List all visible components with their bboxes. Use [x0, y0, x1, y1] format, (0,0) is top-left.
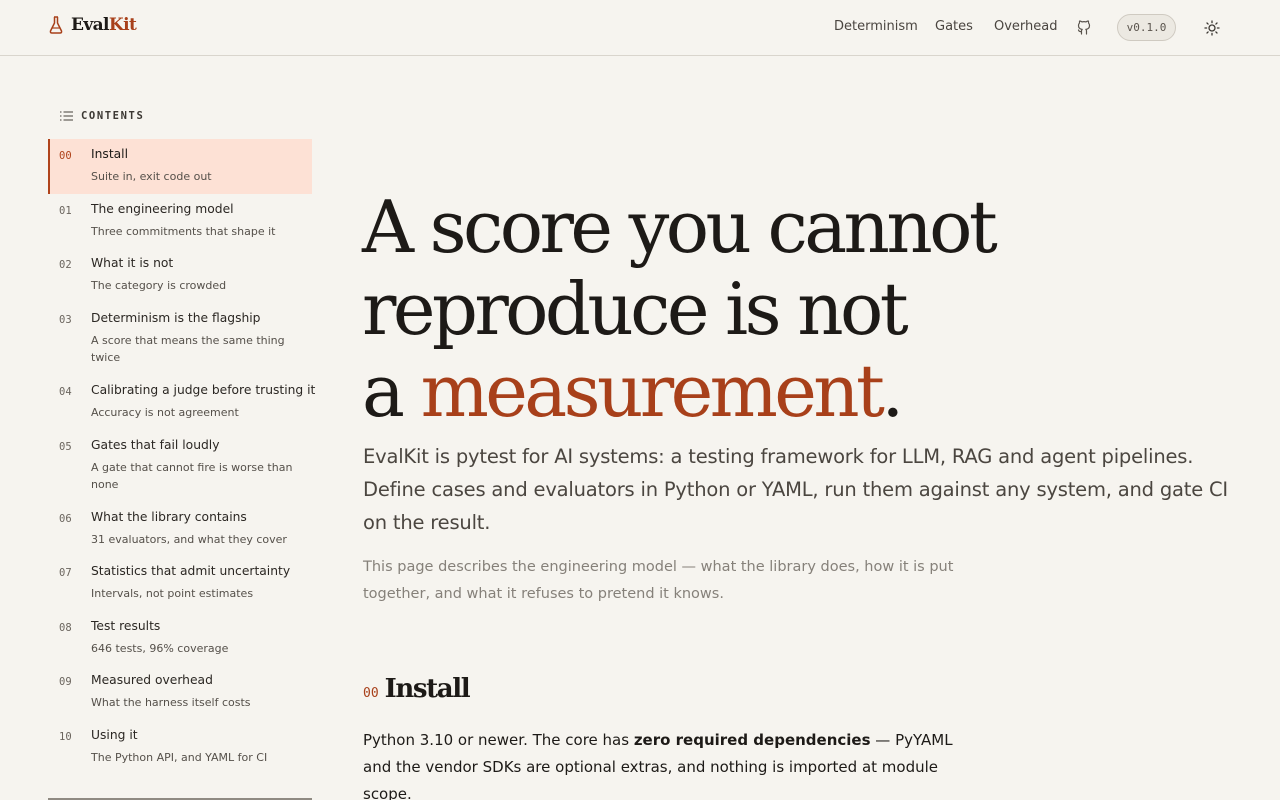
toc-item-09[interactable]: 09 Measured overhead What the harness itse…	[48, 665, 312, 720]
toc-item-title: Determinism is the flagship	[91, 311, 261, 325]
contents-label: CONTENTS	[81, 110, 145, 122]
toc-item-title: Gates that fail loudly	[91, 438, 220, 452]
toc-item-01[interactable]: 01 The engineering model Three commitments…	[48, 194, 312, 248]
nav-gates[interactable]: Gates	[935, 19, 973, 34]
toc-item-title: What it is not	[91, 256, 174, 270]
toc-item-title: The engineering model	[91, 202, 234, 216]
toc-item-title: Install	[91, 147, 129, 161]
toc-item-number: 09	[59, 676, 72, 688]
toc-item-title: Statistics that admit uncertainty	[91, 564, 291, 578]
sun-icon[interactable]	[1204, 20, 1220, 36]
toc-item-number: 06	[59, 513, 72, 525]
toc-item-title: Calibrating a judge before trusting it	[91, 383, 316, 397]
nav-determinism[interactable]: Determinism	[834, 19, 918, 34]
toc-item-number: 10	[59, 731, 72, 743]
toc-item-00[interactable]: 00 Install Suite in, exit code out	[48, 139, 312, 194]
toc-item-subtitle: 646 tests, 96% coverage	[91, 642, 229, 655]
toc-item-subtitle: Three commitments that shape it	[91, 225, 276, 238]
toc-item-number: 04	[59, 386, 72, 398]
toc-item-subtitle: The Python API, and YAML for CI	[91, 751, 268, 764]
toc-item-06[interactable]: 06 What the library contains 31 evaluators…	[48, 502, 312, 556]
toc-item-subtitle: A gate that cannot fire is worse than no…	[91, 461, 293, 491]
contents-heading: CONTENTS	[60, 110, 144, 122]
toc-item-subtitle: A score that means the same thing twice	[91, 334, 285, 364]
toc-item-03[interactable]: 03 Determinism is the flagship A score tha…	[48, 303, 312, 375]
install-section-heading: 00 Install	[363, 674, 471, 704]
logo-text: EvalKit	[71, 15, 137, 35]
logo[interactable]: EvalKit	[49, 15, 137, 35]
toc-item-10[interactable]: 10 Using it The Python API, and YAML for C…	[48, 720, 312, 774]
toc-item-number: 07	[59, 567, 72, 579]
flask-icon	[49, 16, 63, 34]
toc-item-subtitle: Suite in, exit code out	[91, 170, 212, 183]
sublead-paragraph: This page describes the engineering mode…	[363, 559, 954, 602]
toc-item-number: 01	[59, 205, 72, 217]
toc-item-subtitle: The category is crowded	[91, 279, 227, 292]
toc-item-subtitle: What the harness itself costs	[91, 696, 251, 709]
version-badge[interactable]: v0.1.0	[1117, 14, 1176, 41]
toc-item-number: 00	[59, 150, 72, 162]
toc-item-08[interactable]: 08 Test results 646 tests, 96% coverage	[48, 611, 312, 665]
toc-item-04[interactable]: 04 Calibrating a judge before trusting it…	[48, 375, 316, 430]
toc-item-number: 03	[59, 314, 72, 326]
toc-item-number: 05	[59, 441, 72, 453]
section-title: Install	[384, 674, 471, 704]
toc-item-subtitle: Intervals, not point estimates	[91, 587, 254, 600]
toc-item-title: Measured overhead	[91, 673, 213, 687]
toc-item-05[interactable]: 05 Gates that fail loudly A gate that cann…	[48, 430, 312, 502]
page-title: A score you cannot reproduce is not a me…	[362, 185, 998, 433]
lead-paragraph: EvalKit is pytest for AI systems: a test…	[363, 445, 1228, 534]
top-bar: EvalKit Determinism Gates Overhead v0.1.…	[0, 0, 1280, 56]
toc-item-title: Using it	[91, 728, 138, 742]
toc-item-subtitle: 31 evaluators, and what they cover	[91, 533, 287, 546]
list-icon	[60, 111, 73, 121]
toc-item-title: What the library contains	[91, 510, 247, 524]
toc-item-number: 02	[59, 259, 72, 271]
nav-overhead[interactable]: Overhead	[994, 19, 1058, 34]
toc-item-02[interactable]: 02 What it is not The category is crowded	[48, 248, 312, 303]
toc-item-subtitle: Accuracy is not agreement	[91, 406, 239, 419]
install-paragraph: Python 3.10 or newer. The core has zero …	[363, 731, 953, 800]
github-icon[interactable]	[1077, 20, 1091, 35]
title-accent: measurement	[420, 349, 885, 433]
toc-item-title: Test results	[91, 619, 161, 633]
toc-item-number: 08	[59, 622, 72, 634]
section-number: 00	[363, 686, 379, 701]
toc-item-07[interactable]: 07 Statistics that admit uncertainty Inter…	[48, 556, 312, 611]
